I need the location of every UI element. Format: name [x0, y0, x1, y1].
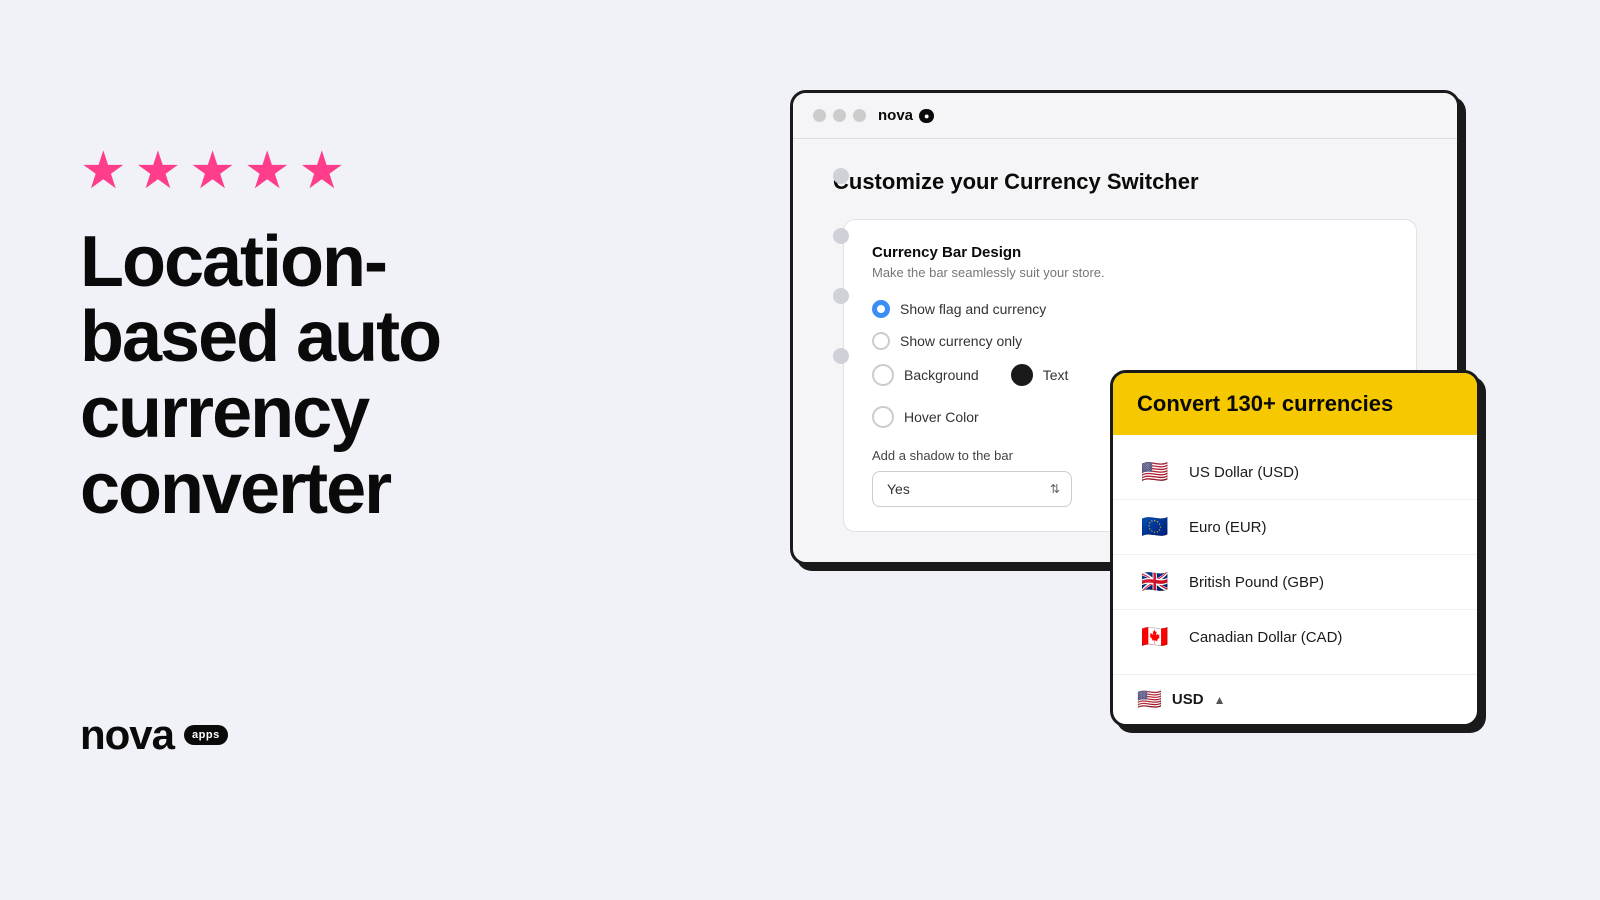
browser-brand: nova ●: [878, 107, 934, 124]
currency-list: 🇺🇸 US Dollar (USD) 🇪🇺 Euro (EUR) 🇬🇧 Brit…: [1113, 435, 1477, 674]
side-dot-3: [833, 288, 849, 304]
traffic-dot-3: [853, 109, 866, 122]
star-2: ★: [135, 141, 182, 201]
radio-circle-flag[interactable]: [872, 300, 890, 318]
flag-eur: 🇪🇺: [1137, 514, 1173, 540]
star-4: ★: [244, 141, 291, 201]
currency-name-eur: Euro (EUR): [1189, 519, 1267, 536]
hover-color-circle[interactable]: [872, 406, 894, 428]
currency-footer[interactable]: 🇺🇸 USD ▲: [1113, 674, 1477, 724]
background-color-circle[interactable]: [872, 364, 894, 386]
text-color-option[interactable]: Text: [1011, 364, 1069, 386]
stars-row: ★ ★ ★ ★ ★: [80, 141, 580, 201]
text-color-circle[interactable]: [1011, 364, 1033, 386]
currency-item-usd[interactable]: 🇺🇸 US Dollar (USD): [1113, 445, 1477, 500]
star-1: ★: [80, 141, 127, 201]
text-color-label: Text: [1043, 367, 1069, 383]
star-5: ★: [299, 141, 346, 201]
footer-arrow-icon: ▲: [1214, 693, 1226, 707]
customize-title: Customize your Currency Switcher: [833, 169, 1417, 195]
currency-card: Convert 130+ currencies 🇺🇸 US Dollar (US…: [1110, 370, 1480, 727]
side-dot-2: [833, 228, 849, 244]
side-dot-4: [833, 348, 849, 364]
flag-cad: 🇨🇦: [1137, 624, 1173, 650]
radio-show-flag[interactable]: Show flag and currency: [872, 300, 1388, 318]
hover-color-label: Hover Color: [904, 409, 979, 425]
star-3: ★: [189, 141, 236, 201]
radio-label-currency: Show currency only: [900, 333, 1022, 349]
radio-show-currency[interactable]: Show currency only: [872, 332, 1388, 350]
radio-label-flag: Show flag and currency: [900, 301, 1046, 317]
currency-name-usd: US Dollar (USD): [1189, 464, 1299, 481]
currency-item-cad[interactable]: 🇨🇦 Canadian Dollar (CAD): [1113, 610, 1477, 664]
right-section: nova ● Customize your Currency Switcher …: [770, 90, 1520, 810]
currency-name-cad: Canadian Dollar (CAD): [1189, 629, 1342, 646]
currency-item-eur[interactable]: 🇪🇺 Euro (EUR): [1113, 500, 1477, 555]
card-section-sub: Make the bar seamlessly suit your store.: [872, 265, 1388, 280]
hover-color-option[interactable]: Hover Color: [872, 406, 979, 428]
logo-badge: apps: [184, 725, 228, 745]
footer-flag: 🇺🇸: [1137, 687, 1162, 712]
flag-usd: 🇺🇸: [1137, 459, 1173, 485]
browser-brand-badge: ●: [919, 109, 934, 123]
radio-circle-currency[interactable]: [872, 332, 890, 350]
flag-gbp: 🇬🇧: [1137, 569, 1173, 595]
traffic-lights: [813, 109, 866, 122]
background-color-label: Background: [904, 367, 979, 383]
side-dots: [833, 168, 849, 364]
shadow-select-wrapper[interactable]: Yes No ⇅: [872, 471, 1072, 507]
bottom-logo: nova apps: [80, 711, 580, 759]
browser-titlebar: nova ●: [793, 93, 1457, 139]
browser-brand-text: nova: [878, 107, 913, 124]
traffic-dot-1: [813, 109, 826, 122]
background-color-option[interactable]: Background: [872, 364, 979, 386]
side-dot-1: [833, 168, 849, 184]
currency-item-gbp[interactable]: 🇬🇧 British Pound (GBP): [1113, 555, 1477, 610]
traffic-dot-2: [833, 109, 846, 122]
currency-header: Convert 130+ currencies: [1113, 373, 1477, 435]
left-section: ★ ★ ★ ★ ★ Location-based auto currency c…: [80, 141, 580, 759]
currency-name-gbp: British Pound (GBP): [1189, 574, 1324, 591]
footer-usd-label: USD: [1172, 691, 1204, 708]
logo-text: nova: [80, 711, 174, 759]
shadow-select[interactable]: Yes No: [872, 471, 1072, 507]
card-section-title: Currency Bar Design: [872, 244, 1388, 261]
hero-title: Location-based auto currency converter: [80, 225, 580, 527]
